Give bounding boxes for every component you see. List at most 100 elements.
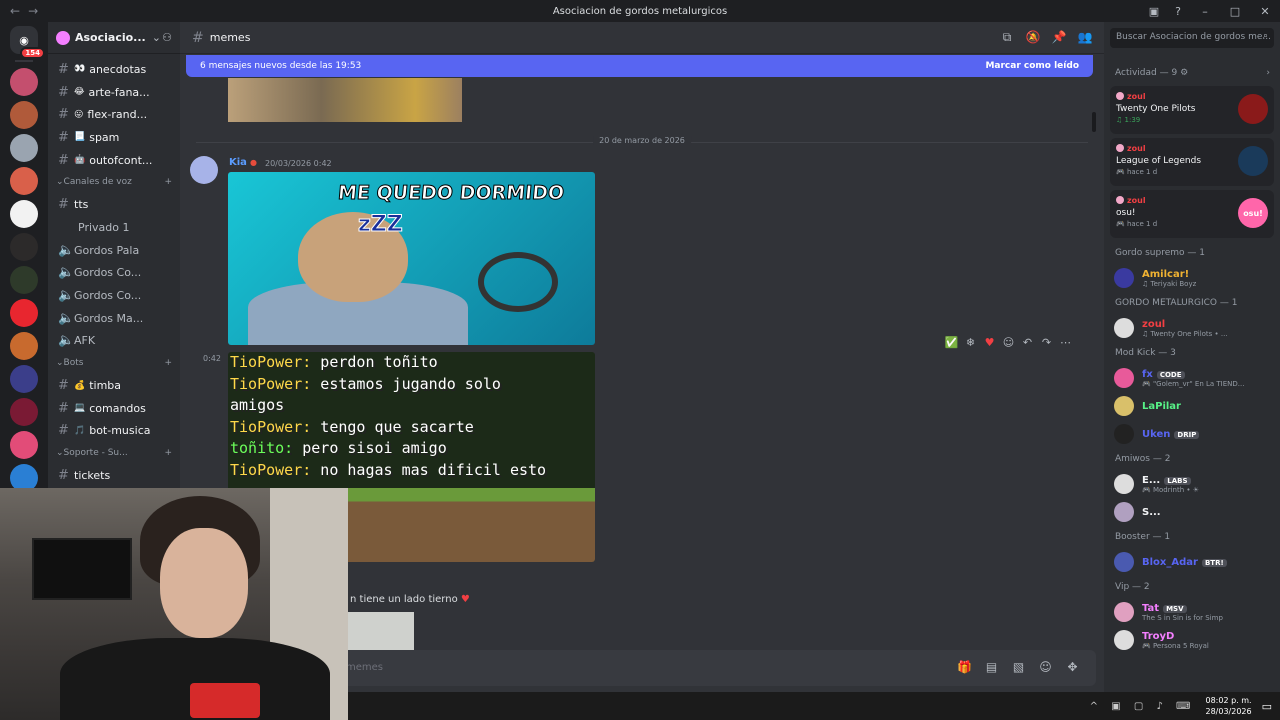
gift-icon[interactable]: 🎁 (951, 660, 978, 674)
member-list-icon[interactable]: 👥 (1072, 30, 1098, 45)
channel-name: memes (209, 31, 251, 44)
sticker-icon[interactable]: ▧ (1005, 660, 1032, 674)
pin-icon[interactable]: 📌 (1046, 30, 1072, 45)
add-member-icon[interactable]: ⚇ (162, 31, 172, 44)
close-button[interactable]: ✕ (1250, 5, 1280, 18)
channel-arte-fana-[interactable]: # 😂 arte-fana... (48, 81, 180, 104)
reply-icon[interactable]: ↶ (1018, 336, 1037, 349)
author-name[interactable]: Kia (229, 157, 247, 168)
channel-flex-rand-[interactable]: # 😛 flex-rand... (48, 103, 180, 126)
more-options-icon[interactable]: ⋯ (1056, 336, 1075, 349)
add-channel-icon[interactable]: + (164, 177, 172, 187)
server-icon[interactable] (10, 68, 38, 96)
avatar (1114, 630, 1134, 650)
member-status: ♫ Twenty One Pilots • ... (1142, 329, 1228, 338)
voice-channel[interactable]: 🔈 Gordos Co... (48, 262, 180, 285)
member-item[interactable]: E... LABS 🎮 Modrinth • ☀ (1104, 470, 1280, 498)
previous-image-attachment[interactable] (228, 78, 462, 122)
emoji-icon[interactable]: ☺ (1032, 660, 1059, 674)
channel-outofcont-[interactable]: # 🤖 outofcont... (48, 149, 180, 172)
avatar[interactable] (190, 156, 218, 184)
snowflake-reaction-icon[interactable]: ❄ (961, 336, 980, 349)
voice-channel[interactable]: 🔈 Gordos Ma... (48, 307, 180, 330)
activity-card[interactable]: zoul Twenty One Pilots ♫ 1:39 (1110, 86, 1274, 134)
member-item[interactable]: TroyD 🎮 Persona 5 Royal (1104, 626, 1280, 654)
member-item[interactable]: zoul ♫ Twenty One Pilots • ... (1104, 314, 1280, 342)
channel-timba[interactable]: # 💰 timba (48, 374, 180, 397)
member-item[interactable]: Blox_Adar BTR! (1104, 548, 1280, 576)
direct-messages-button[interactable]: ◉ 154 (10, 26, 45, 59)
server-icon[interactable] (10, 233, 38, 261)
new-messages-bar[interactable]: 6 mensajes nuevos desde las 19:53 Marcar… (186, 55, 1093, 77)
channel-emoji-icon: 🤖 (74, 155, 86, 166)
apps-icon[interactable]: ✥ (1059, 660, 1086, 674)
server-icon[interactable] (10, 332, 38, 360)
add-channel-icon[interactable]: + (164, 358, 172, 368)
server-icon[interactable] (10, 134, 38, 162)
nav-arrows[interactable]: ←→ (10, 4, 46, 18)
inbox-icon[interactable]: ▣ (1142, 5, 1166, 18)
notification-icon[interactable]: ▭ (1262, 700, 1272, 713)
heart-reaction-icon[interactable]: ♥ (980, 336, 999, 349)
scrollbar[interactable] (1092, 112, 1096, 132)
server-icon[interactable] (10, 266, 38, 294)
add-reaction-icon[interactable]: ☺ (999, 336, 1018, 349)
voice-channel[interactable]: Privado 1 (48, 216, 180, 239)
server-icon[interactable] (10, 365, 38, 393)
channel-bot-musica[interactable]: # 🎵 bot-musica (48, 420, 180, 443)
back-arrow-icon[interactable]: ← (10, 4, 28, 18)
server-icon[interactable] (10, 101, 38, 129)
voice-channel[interactable]: 🔈 AFK (48, 330, 180, 353)
member-item[interactable]: LaPilar (1104, 392, 1280, 420)
check-reaction-icon[interactable]: ✅ (942, 336, 961, 349)
minimize-button[interactable]: – (1190, 5, 1220, 18)
voice-channel[interactable]: 🔈 Gordos Pala (48, 239, 180, 262)
search-input[interactable]: Buscar Asociacion de gordos me... ⌕ (1110, 28, 1274, 48)
chevron-right-icon: › (1266, 68, 1270, 78)
help-icon[interactable]: ? (1166, 5, 1190, 18)
server-header[interactable]: Asociacio... ⌄ ⚇ (48, 22, 180, 54)
hash-icon: # (58, 468, 69, 484)
voice-channel[interactable]: 🔈 Gordos Co... (48, 284, 180, 307)
meme-image-attachment[interactable]: zZZ ME QUEDO DORMIDO (228, 172, 595, 345)
server-icon[interactable] (10, 431, 38, 459)
taskbar-clock[interactable]: 08:02 p. m. 28/03/2026 (1205, 695, 1251, 717)
channel-category[interactable]: ⌄ Canales de voz + (48, 171, 180, 193)
channel-comandos[interactable]: # 💻 comandos (48, 397, 180, 420)
channel-tts[interactable]: # tts (48, 193, 180, 216)
threads-icon[interactable]: ⧉ (994, 30, 1020, 45)
channel-category[interactable]: ⌄ Bots + (48, 352, 180, 374)
member-item[interactable]: S... (1104, 498, 1280, 526)
image-attachment[interactable] (348, 612, 414, 650)
tray-icons[interactable]: ^ ▣ ▢ ♪ ⌨ (1090, 701, 1196, 712)
mark-as-read-button[interactable]: Marcar como leído (985, 61, 1079, 71)
chat-speaker: toñito: (230, 439, 294, 457)
member-item[interactable]: fx CODE 🎮 "Golem_vr" En La TIEND... (1104, 364, 1280, 392)
server-icon[interactable] (10, 398, 38, 426)
activity-card[interactable]: zoul osu! 🎮 hace 1 d osu! (1110, 190, 1274, 238)
member-item[interactable]: Amilcar! ♫ Teriyaki Boyz (1104, 264, 1280, 292)
channel-category[interactable]: ⌄ Soporte - Su... + (48, 442, 180, 464)
notification-bell-icon[interactable]: 🔕 (1020, 30, 1046, 45)
server-icon[interactable] (10, 200, 38, 228)
server-icon[interactable] (10, 167, 38, 195)
channel-sidebar: Asociacio... ⌄ ⚇ # 👀 anecdotas # 😂 arte-fana.… (48, 22, 180, 492)
new-messages-text: 6 mensajes nuevos desde las 19:53 (200, 61, 362, 71)
add-channel-icon[interactable]: + (164, 448, 172, 458)
member-name-label: Tat (1142, 602, 1160, 614)
chat-speaker: TioPower: (230, 460, 312, 479)
maximize-button[interactable]: □ (1220, 5, 1250, 18)
activity-header[interactable]: Actividad — 9 ⚙ › (1104, 62, 1280, 84)
server-icon[interactable] (10, 299, 38, 327)
channel-spam[interactable]: # 📃 spam (48, 126, 180, 149)
member-item[interactable]: Tat MSV The S in Sin is for Simp (1104, 598, 1280, 626)
member-item[interactable]: Uken DRIP (1104, 420, 1280, 448)
channel-tickets[interactable]: # tickets (48, 464, 180, 487)
channel-anecdotas[interactable]: # 👀 anecdotas (48, 58, 180, 81)
message-author[interactable]: Kia ● (229, 157, 257, 168)
forward-icon[interactable]: ↷ (1037, 336, 1056, 349)
gif-icon[interactable]: ▤ (978, 660, 1005, 674)
activity-card[interactable]: zoul League of Legends 🎮 hace 1 d (1110, 138, 1274, 186)
forward-arrow-icon[interactable]: → (28, 4, 46, 18)
webcam-overlay (0, 488, 348, 720)
